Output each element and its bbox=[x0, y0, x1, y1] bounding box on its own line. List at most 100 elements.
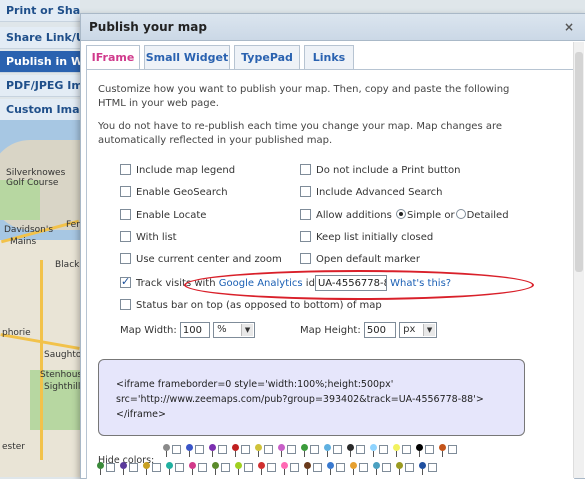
status-bar-checkbox[interactable] bbox=[120, 298, 131, 310]
option-enable-locate[interactable]: Enable Locate bbox=[120, 208, 206, 224]
map-pin-icon bbox=[301, 444, 308, 451]
pin-stem bbox=[100, 469, 101, 475]
allow-additions-checkbox[interactable] bbox=[300, 208, 311, 220]
hide-color-checkbox[interactable] bbox=[267, 463, 276, 472]
include-legend-checkbox[interactable] bbox=[120, 163, 131, 175]
map-label: Stenhouse bbox=[40, 370, 80, 380]
map-pin-icon bbox=[373, 462, 380, 469]
keep-list-closed-checkbox[interactable] bbox=[300, 230, 311, 242]
hide-color-checkbox[interactable] bbox=[425, 445, 434, 454]
map-label: Golf Course bbox=[6, 178, 59, 188]
hide-color-checkbox[interactable] bbox=[195, 445, 204, 454]
tab-small-widget[interactable]: Small Widget bbox=[144, 45, 230, 69]
hide-color-checkbox[interactable] bbox=[172, 445, 181, 454]
hide-color-checkbox[interactable] bbox=[287, 445, 296, 454]
chevron-down-icon: ▼ bbox=[241, 324, 254, 336]
option-keep-list-closed[interactable]: Keep list initially closed bbox=[300, 230, 433, 246]
option-allow-additions[interactable]: Allow additions Simple or Detailed bbox=[300, 208, 509, 224]
map-road bbox=[40, 260, 43, 460]
hide-color-checkbox[interactable] bbox=[428, 463, 437, 472]
embed-code-line: src='http://www.zeemaps.com/pub?group=39… bbox=[116, 394, 484, 420]
map-width-unit-select[interactable]: % ▼ bbox=[213, 322, 256, 338]
option-label: Include map legend bbox=[136, 165, 236, 176]
menu-item-pdf-jpeg[interactable]: PDF/JPEG Image bbox=[0, 75, 80, 97]
with-list-checkbox[interactable] bbox=[120, 230, 131, 242]
hide-color-checkbox[interactable] bbox=[336, 463, 345, 472]
option-status-bar-top[interactable]: Status bar on top (as opposed to bottom)… bbox=[120, 298, 382, 314]
pin-stem bbox=[146, 469, 147, 475]
menu-item-custom-image[interactable]: Custom Image bbox=[0, 99, 80, 121]
hide-color-checkbox[interactable] bbox=[290, 463, 299, 472]
dialog-title: Publish your map bbox=[81, 14, 585, 41]
hide-color-checkbox[interactable] bbox=[405, 463, 414, 472]
enable-locate-checkbox[interactable] bbox=[120, 208, 131, 220]
tab-typepad[interactable]: TypePad bbox=[234, 45, 300, 69]
republish-note: You do not have to re-publish each time … bbox=[98, 121, 502, 146]
hide-color-checkbox[interactable] bbox=[310, 445, 319, 454]
map-pin-icon bbox=[281, 462, 288, 469]
pin-stem bbox=[376, 469, 377, 475]
hide-color-checkbox[interactable] bbox=[264, 445, 273, 454]
menu-item-publish-web[interactable]: Publish in Web bbox=[0, 51, 80, 73]
hide-color-checkbox[interactable] bbox=[198, 463, 207, 472]
open-default-marker-checkbox[interactable] bbox=[300, 252, 311, 264]
option-no-print-button[interactable]: Do not include a Print button bbox=[300, 163, 460, 179]
hide-color-checkbox[interactable] bbox=[106, 463, 115, 472]
tab-links[interactable]: Links bbox=[304, 45, 354, 69]
hide-color-checkbox[interactable] bbox=[175, 463, 184, 472]
option-enable-geosearch[interactable]: Enable GeoSearch bbox=[120, 185, 228, 201]
option-label: Open default marker bbox=[316, 254, 420, 265]
pin-stem bbox=[189, 451, 190, 457]
pin-stem bbox=[261, 469, 262, 475]
map-pin-icon bbox=[209, 444, 216, 451]
hide-color-checkbox[interactable] bbox=[129, 463, 138, 472]
menu-item-share-link[interactable]: Share Link/URL bbox=[0, 27, 80, 49]
current-center-zoom-checkbox[interactable] bbox=[120, 252, 131, 264]
map-view[interactable]: Silverknowes Golf Course Davidson's Main… bbox=[0, 120, 80, 477]
map-pin-icon bbox=[324, 444, 331, 451]
hide-color-checkbox[interactable] bbox=[356, 445, 365, 454]
map-height-unit-select[interactable]: px ▼ bbox=[399, 322, 438, 338]
embed-code-box[interactable]: <iframe frameborder=0 style='width:100%;… bbox=[98, 359, 525, 436]
pin-stem bbox=[123, 469, 124, 475]
map-height-input[interactable]: 500 bbox=[363, 322, 396, 338]
pin-stem bbox=[304, 451, 305, 457]
option-open-default-marker[interactable]: Open default marker bbox=[300, 252, 420, 268]
hide-color-checkbox[interactable] bbox=[241, 445, 250, 454]
google-analytics-link[interactable]: Google Analytics bbox=[219, 278, 303, 289]
scrollbar-thumb[interactable] bbox=[575, 52, 583, 272]
hide-color-checkbox[interactable] bbox=[402, 445, 411, 454]
tab-iframe[interactable]: IFrame bbox=[86, 45, 140, 69]
hide-color-checkbox[interactable] bbox=[382, 463, 391, 472]
hide-color-checkbox[interactable] bbox=[359, 463, 368, 472]
map-width-input[interactable]: 100 bbox=[179, 322, 210, 338]
analytics-id-input[interactable]: UA-4556778-88 bbox=[314, 275, 387, 291]
hide-color-checkbox[interactable] bbox=[333, 445, 342, 454]
radio-detailed[interactable] bbox=[455, 209, 466, 219]
close-icon[interactable]: × bbox=[564, 20, 574, 34]
hide-color-checkbox[interactable] bbox=[221, 463, 230, 472]
publish-dialog: Publish your map × IFrame Small Widget T… bbox=[80, 13, 585, 479]
hide-color-checkbox[interactable] bbox=[313, 463, 322, 472]
menu-item-print-share[interactable]: Print or Share bbox=[0, 0, 80, 22]
pin-stem bbox=[307, 469, 308, 475]
track-visits-checkbox[interactable] bbox=[120, 274, 131, 290]
dialog-scrollbar[interactable] bbox=[573, 42, 584, 478]
enable-geosearch-checkbox[interactable] bbox=[120, 185, 131, 197]
hide-color-checkbox[interactable] bbox=[244, 463, 253, 472]
option-track-visits[interactable]: Track visits with Google Analytics idUA-… bbox=[120, 274, 451, 291]
hide-color-checkbox[interactable] bbox=[379, 445, 388, 454]
option-include-legend[interactable]: Include map legend bbox=[120, 163, 235, 179]
whats-this-link[interactable]: What's this? bbox=[390, 278, 451, 289]
option-current-center-zoom[interactable]: Use current center and zoom bbox=[120, 252, 282, 268]
option-with-list[interactable]: With list bbox=[120, 230, 177, 246]
pin-stem bbox=[284, 469, 285, 475]
hide-color-checkbox[interactable] bbox=[152, 463, 161, 472]
hide-color-checkbox[interactable] bbox=[218, 445, 227, 454]
hide-color-checkbox[interactable] bbox=[448, 445, 457, 454]
radio-simple[interactable] bbox=[396, 209, 407, 219]
no-print-button-checkbox[interactable] bbox=[300, 163, 311, 175]
map-pin-icon bbox=[393, 444, 400, 451]
option-advanced-search[interactable]: Include Advanced Search bbox=[300, 185, 443, 201]
advanced-search-checkbox[interactable] bbox=[300, 185, 311, 197]
